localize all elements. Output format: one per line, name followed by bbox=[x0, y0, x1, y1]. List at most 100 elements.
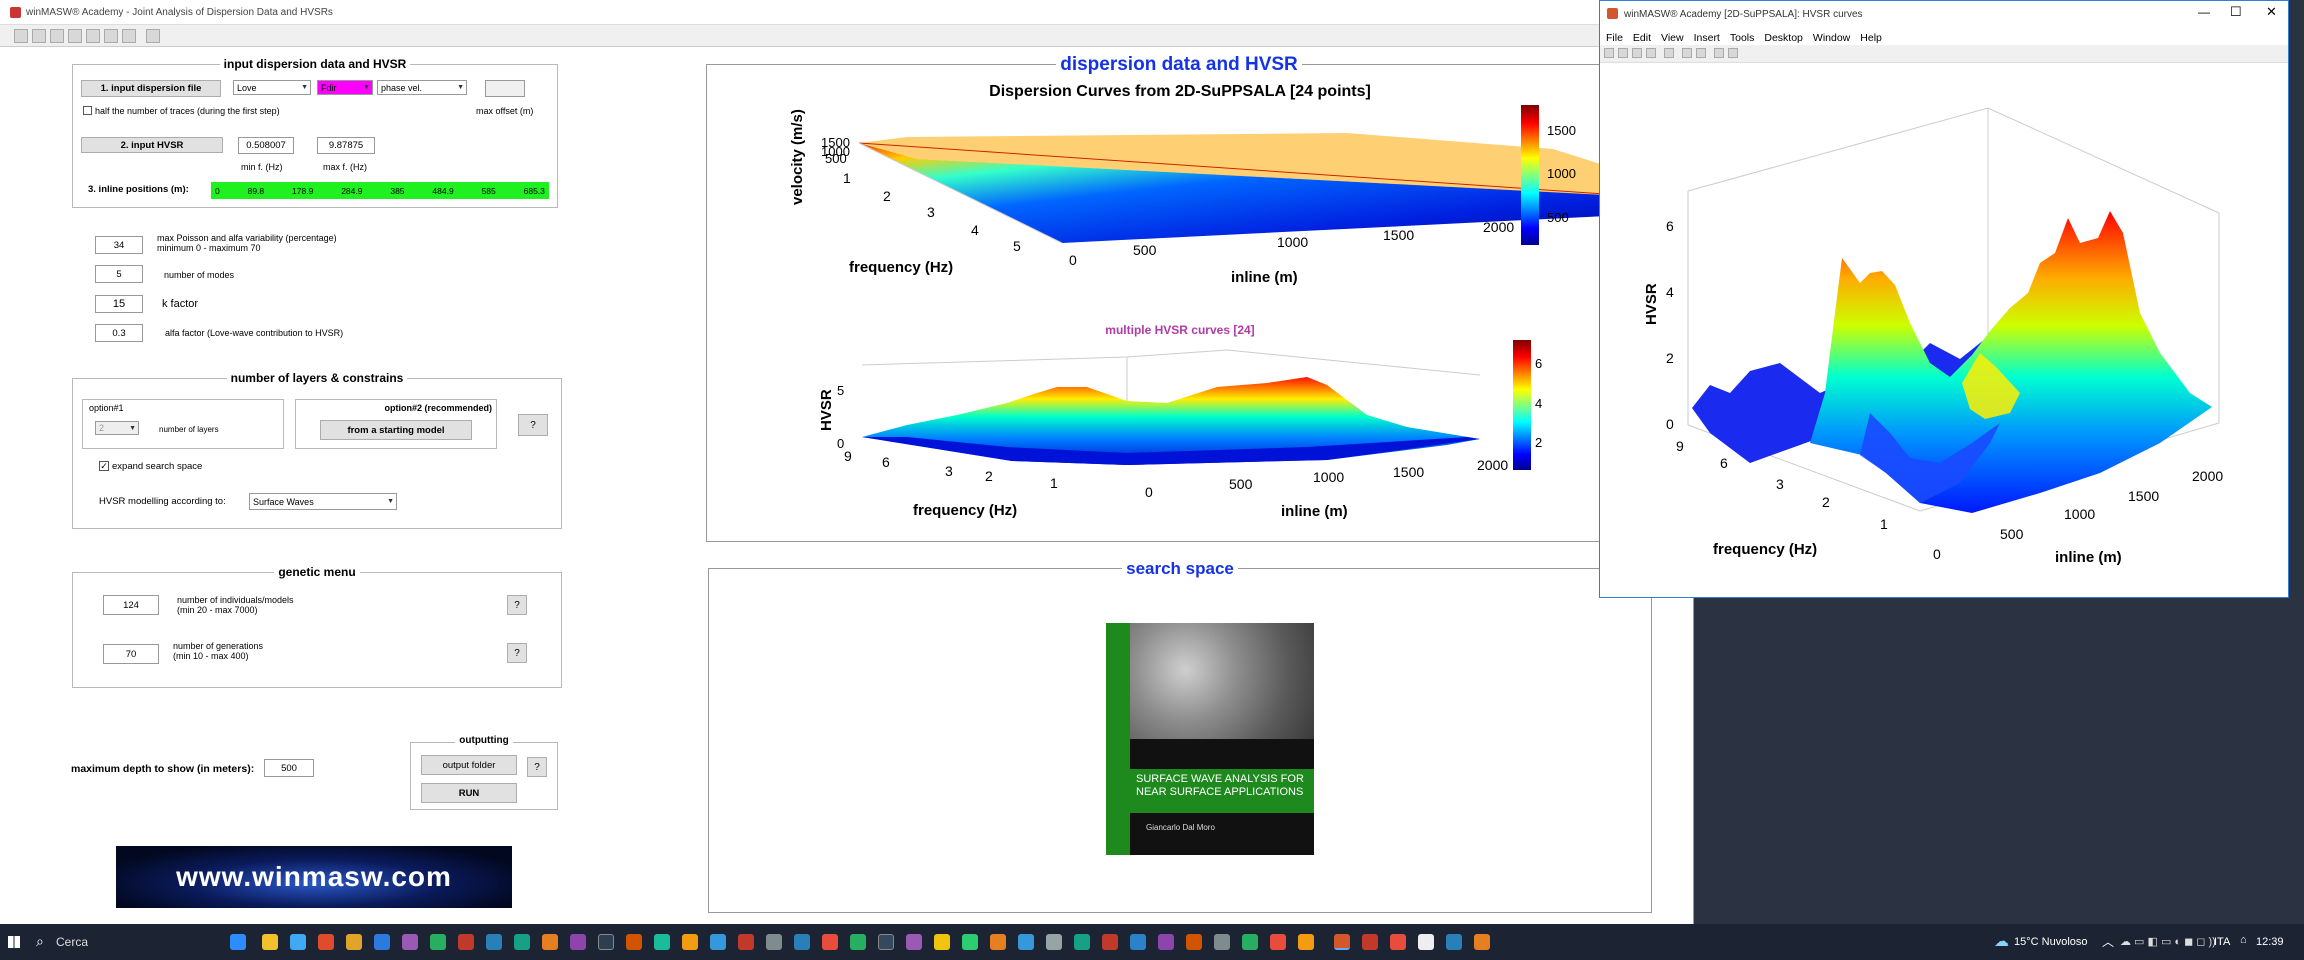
run-button[interactable]: RUN bbox=[421, 783, 517, 803]
pinned-app-icon[interactable] bbox=[1418, 934, 1434, 950]
menu-insert[interactable]: Insert bbox=[1694, 32, 1720, 44]
pinned-app-icon[interactable] bbox=[654, 934, 670, 950]
main-title-bar[interactable]: winMASW® Academy - Joint Analysis of Dis… bbox=[0, 0, 1694, 25]
starting-model-button[interactable]: from a starting model bbox=[320, 420, 472, 440]
zoom-out-icon[interactable] bbox=[68, 29, 82, 43]
pinned-app-icon[interactable] bbox=[1298, 934, 1314, 950]
menu-edit[interactable]: Edit bbox=[1633, 32, 1651, 44]
pinned-app-icon[interactable] bbox=[1158, 934, 1174, 950]
dispersion-plot[interactable]: Dispersion Curves from 2D-SuPPSALA [24 p… bbox=[707, 65, 1653, 543]
menu-view[interactable]: View bbox=[1661, 32, 1684, 44]
pinned-app-icon[interactable] bbox=[850, 934, 866, 950]
pinned-app-icon[interactable] bbox=[766, 934, 782, 950]
tray-icons[interactable]: ☁ ▭ ◧ ▭ ◐ ◼ ◻ )) bbox=[2120, 935, 2216, 948]
min-f-input[interactable]: 0.508007 bbox=[238, 137, 294, 154]
pan-icon[interactable] bbox=[86, 29, 100, 43]
velocity-type-select[interactable]: phase vel. ▼ bbox=[377, 80, 467, 95]
pinned-app-icon[interactable] bbox=[230, 934, 246, 950]
pinned-app-icon[interactable] bbox=[514, 934, 530, 950]
hvsr-3d-plot[interactable]: HVSR 6 4 2 0 9 6 3 2 1 frequency (Hz) 0 … bbox=[1600, 63, 2288, 597]
hvsr-modelling-select[interactable]: Surface Waves ▼ bbox=[249, 493, 397, 510]
open-icon[interactable] bbox=[14, 29, 28, 43]
help-button[interactable]: ? bbox=[507, 643, 527, 663]
menu-window[interactable]: Window bbox=[1813, 32, 1850, 44]
link-icon[interactable] bbox=[1664, 48, 1674, 58]
export-icon[interactable] bbox=[146, 29, 160, 43]
zoom-in-icon[interactable] bbox=[50, 29, 64, 43]
help-button[interactable]: ? bbox=[518, 414, 548, 436]
grid-icon[interactable] bbox=[32, 29, 46, 43]
pinned-app-icon[interactable] bbox=[794, 934, 810, 950]
minimize-icon[interactable]: — bbox=[2198, 5, 2210, 19]
half-traces-checkbox[interactable] bbox=[83, 106, 92, 115]
individuals-input[interactable]: 124 bbox=[103, 595, 159, 615]
pinned-app-icon[interactable] bbox=[1074, 934, 1090, 950]
matlab-taskbar-icon[interactable] bbox=[1334, 934, 1350, 950]
alfa-factor-input[interactable]: 0.3 bbox=[95, 324, 143, 342]
pinned-app-icon[interactable] bbox=[346, 934, 362, 950]
language-indicator[interactable]: ITA bbox=[2214, 936, 2230, 948]
pinned-app-icon[interactable] bbox=[1242, 934, 1258, 950]
pinned-app-icon[interactable] bbox=[1446, 934, 1462, 950]
weather-text[interactable]: 15°C Nuvoloso bbox=[2014, 936, 2088, 948]
input-hvsr-button[interactable]: 2. input HVSR bbox=[81, 137, 223, 153]
layers-select[interactable]: 2 ▼ bbox=[95, 421, 139, 435]
pinned-app-icon[interactable] bbox=[738, 934, 754, 950]
rotate-icon[interactable] bbox=[122, 29, 136, 43]
colorbar-icon[interactable] bbox=[1682, 48, 1692, 58]
inline-positions-field[interactable]: 0 89.8 178.9 284.9 385 484.9 585 685.3 bbox=[211, 182, 549, 199]
tray-chevron-icon[interactable]: ︿ bbox=[2102, 933, 2114, 950]
print-icon[interactable] bbox=[1646, 48, 1656, 58]
pinned-app-icon[interactable] bbox=[962, 934, 978, 950]
pinned-app-icon[interactable] bbox=[318, 934, 334, 950]
wave-type-select[interactable]: Love ▼ bbox=[233, 80, 311, 95]
winmasw-logo[interactable]: www.winmasw.com bbox=[116, 846, 512, 908]
menu-help[interactable]: Help bbox=[1860, 32, 1882, 44]
generations-input[interactable]: 70 bbox=[103, 644, 159, 664]
pinned-app-icon[interactable] bbox=[262, 934, 278, 950]
pinned-app-icon[interactable] bbox=[1270, 934, 1286, 950]
open-icon[interactable] bbox=[1618, 48, 1628, 58]
legend-icon[interactable] bbox=[1696, 48, 1706, 58]
pinned-app-icon[interactable] bbox=[374, 934, 390, 950]
pinned-app-icon[interactable] bbox=[1390, 934, 1406, 950]
pointer-icon[interactable] bbox=[1714, 48, 1724, 58]
pinned-app-icon[interactable] bbox=[822, 934, 838, 950]
pinned-app-icon[interactable] bbox=[1130, 934, 1146, 950]
new-icon[interactable] bbox=[1604, 48, 1614, 58]
pinned-app-icon[interactable] bbox=[1018, 934, 1034, 950]
pinned-app-icon[interactable] bbox=[1362, 934, 1378, 950]
k-factor-input[interactable]: 15 bbox=[95, 295, 143, 313]
pinned-app-icon[interactable] bbox=[486, 934, 502, 950]
hvsr-window-title-bar[interactable]: winMASW® Academy [2D-SuPPSALA]: HVSR cur… bbox=[1600, 1, 2288, 27]
modes-input[interactable]: 5 bbox=[95, 265, 143, 283]
pinned-app-icon[interactable] bbox=[458, 934, 474, 950]
pinned-app-icon[interactable] bbox=[1186, 934, 1202, 950]
pinned-app-icon[interactable] bbox=[402, 934, 418, 950]
menu-file[interactable]: File bbox=[1606, 32, 1623, 44]
property-icon[interactable] bbox=[1728, 48, 1738, 58]
pinned-app-icon[interactable] bbox=[1474, 934, 1490, 950]
pinned-app-icon[interactable] bbox=[1046, 934, 1062, 950]
pinned-app-icon[interactable] bbox=[1102, 934, 1118, 950]
weather-icon[interactable]: ☁ bbox=[1994, 932, 2009, 950]
pinned-app-icon[interactable] bbox=[710, 934, 726, 950]
pinned-app-icon[interactable] bbox=[626, 934, 642, 950]
pinned-app-icon[interactable] bbox=[934, 934, 950, 950]
pinned-app-icon[interactable] bbox=[878, 934, 894, 950]
close-icon[interactable]: ✕ bbox=[2266, 4, 2277, 20]
clock[interactable]: 12:39 bbox=[2256, 936, 2284, 948]
pinned-app-icon[interactable] bbox=[1214, 934, 1230, 950]
search-icon[interactable]: ⌕ bbox=[36, 933, 44, 950]
max-depth-input[interactable]: 500 bbox=[264, 759, 314, 777]
book-cover[interactable]: SURFACE WAVE ANALYSIS FOR NEAR SURFACE A… bbox=[1106, 623, 1314, 855]
pinned-app-icon[interactable] bbox=[906, 934, 922, 950]
pinned-app-icon[interactable] bbox=[682, 934, 698, 950]
save-icon[interactable] bbox=[1632, 48, 1642, 58]
input-dispersion-button[interactable]: 1. input dispersion file bbox=[81, 80, 221, 97]
pinned-app-icon[interactable] bbox=[290, 934, 306, 950]
max-offset-input[interactable] bbox=[485, 80, 525, 97]
pinned-app-icon[interactable] bbox=[430, 934, 446, 950]
output-folder-button[interactable]: output folder bbox=[421, 755, 517, 775]
help-button[interactable]: ? bbox=[507, 595, 527, 615]
